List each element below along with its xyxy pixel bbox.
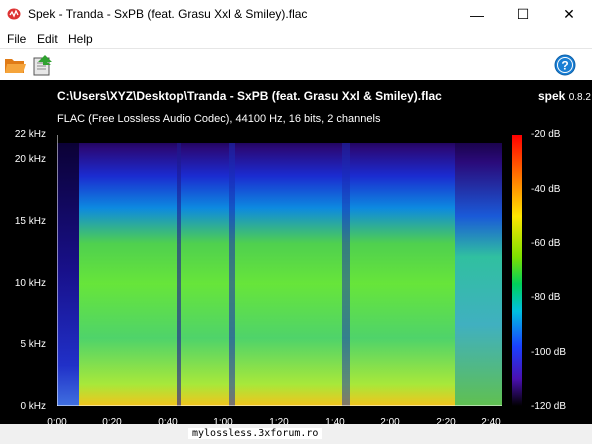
db-colorbar xyxy=(512,135,522,406)
title-bar: Spek - Tranda - SxPB (feat. Grasu Xxl & … xyxy=(0,0,592,29)
minimize-button[interactable]: — xyxy=(454,0,500,29)
svg-text:?: ? xyxy=(561,59,568,73)
toolbar: ? xyxy=(0,48,592,81)
file-path: C:\Users\XYZ\Desktop\Tranda - SxPB (feat… xyxy=(57,89,442,103)
save-button[interactable] xyxy=(31,53,57,77)
y-label-5khz: 5 kHz xyxy=(20,339,46,350)
y-label-0khz: 0 kHz xyxy=(20,401,46,412)
db-label-40: -40 dB xyxy=(531,184,561,195)
status-bar: mylossless.3xforum.ro xyxy=(0,424,592,444)
codec-info: FLAC (Free Lossless Audio Codec), 44100 … xyxy=(57,113,381,125)
close-button[interactable]: ✕ xyxy=(546,0,592,29)
help-button[interactable]: ? xyxy=(553,53,579,77)
db-label-60: -60 dB xyxy=(531,238,561,249)
db-label-100: -100 dB xyxy=(531,347,567,358)
y-label-20khz: 20 kHz xyxy=(14,154,46,165)
window-title: Spek - Tranda - SxPB (feat. Grasu Xxl & … xyxy=(28,7,308,21)
spek-app-icon xyxy=(7,8,21,20)
spectrogram-view: C:\Users\XYZ\Desktop\Tranda - SxPB (feat… xyxy=(0,80,592,428)
db-label-120: -120 dB xyxy=(531,401,567,412)
status-text: mylossless.3xforum.ro xyxy=(188,428,323,439)
y-label-15khz: 15 kHz xyxy=(14,216,46,227)
y-label-22khz: 22 kHz xyxy=(14,129,46,140)
app-brand: spek 0.8.2 xyxy=(538,89,591,103)
db-label-20: -20 dB xyxy=(531,129,561,140)
app-name: spek xyxy=(538,89,566,103)
help-icon: ? xyxy=(554,54,576,76)
open-button[interactable] xyxy=(3,53,29,77)
save-icon xyxy=(33,55,52,76)
y-label-10khz: 10 kHz xyxy=(14,278,46,289)
menu-help[interactable]: Help xyxy=(68,32,93,46)
maximize-button[interactable]: ☐ xyxy=(500,0,546,29)
open-folder-icon xyxy=(5,59,26,73)
spectrogram-plot xyxy=(57,135,502,406)
menu-edit[interactable]: Edit xyxy=(37,32,58,46)
db-label-80: -80 dB xyxy=(531,292,561,303)
menu-bar: File Edit Help xyxy=(0,29,592,48)
menu-file[interactable]: File xyxy=(7,32,26,46)
app-version: 0.8.2 xyxy=(568,92,591,103)
